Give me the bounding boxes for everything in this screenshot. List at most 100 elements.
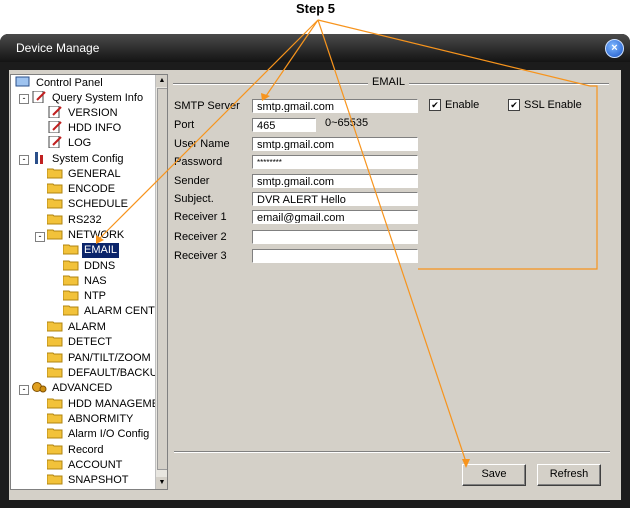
close-button[interactable]: ×: [605, 39, 624, 58]
folder-icon: [62, 274, 79, 286]
subject-input[interactable]: DVR ALERT Hello: [252, 192, 418, 206]
folder-icon: [62, 289, 79, 301]
receiver3-input[interactable]: [252, 249, 418, 263]
folder-icon: [46, 351, 63, 363]
email-panel: EMAIL SMTP Server smtp.gmail.com Port 46…: [170, 74, 618, 488]
collapse-network[interactable]: -: [35, 232, 45, 242]
username-input[interactable]: smtp.gmail.com: [252, 137, 418, 151]
tree-item-encode[interactable]: ENCODE: [46, 182, 117, 197]
tree-scrollbar[interactable]: ▲ ▼: [155, 75, 167, 489]
folder-icon: [62, 259, 79, 271]
subject-label: Subject.: [174, 193, 214, 205]
folder-icon: [46, 366, 63, 378]
tree-item-email[interactable]: EMAIL: [62, 243, 120, 258]
tree-item-version[interactable]: VERSION: [47, 105, 120, 121]
port-label: Port: [174, 119, 195, 131]
folder-icon: [46, 182, 63, 194]
tree-item-schedule[interactable]: SCHEDULE: [46, 197, 130, 212]
smtp-server-input[interactable]: smtp.gmail.com: [252, 99, 418, 113]
ssl-enable-label: SSL Enable: [524, 99, 582, 111]
folder-icon: [46, 397, 63, 409]
collapse-query-system-info[interactable]: -: [19, 94, 29, 104]
device-manage-window: Device Manage × Control Panel - Query Sy…: [0, 34, 630, 508]
document-icon: [31, 90, 47, 104]
window-title: Device Manage: [16, 41, 100, 55]
tree-item-network[interactable]: NETWORK: [46, 228, 126, 243]
document-icon: [47, 120, 63, 134]
folder-icon: [46, 427, 63, 439]
folder-icon: [46, 473, 63, 485]
ssl-enable-checkbox[interactable]: ✔: [508, 99, 520, 111]
close-icon: ×: [611, 42, 618, 54]
title-bar[interactable]: Device Manage ×: [0, 34, 630, 62]
receiver2-input[interactable]: [252, 230, 418, 244]
receiver3-label: Receiver 3: [174, 250, 227, 262]
smtp-server-label: SMTP Server: [174, 100, 240, 112]
password-input[interactable]: ********: [252, 155, 418, 169]
tree-item-pan-tilt-zoom[interactable]: PAN/TILT/ZOOM: [46, 351, 153, 366]
folder-open-icon: [62, 243, 79, 255]
tree-item-detect[interactable]: DETECT: [46, 335, 114, 350]
folder-icon: [46, 458, 63, 470]
config-tree: Control Panel - Query System Info VERSIO…: [10, 74, 168, 490]
tree-item-control-panel[interactable]: Control Panel: [15, 76, 105, 91]
tree-item-abnormity[interactable]: ABNORMITY: [46, 412, 135, 427]
tree-item-account[interactable]: ACCOUNT: [46, 458, 124, 473]
tree-item-alarm-center[interactable]: ALARM CENTE: [62, 304, 164, 319]
tree-item-ntp[interactable]: NTP: [62, 289, 108, 304]
folder-icon: [62, 304, 79, 316]
port-input[interactable]: 465: [252, 118, 316, 132]
tree-item-rs232[interactable]: RS232: [46, 213, 104, 228]
collapse-advanced[interactable]: -: [19, 385, 29, 395]
receiver1-input[interactable]: email@gmail.com: [252, 210, 418, 224]
folder-icon: [46, 167, 63, 179]
folder-icon: [46, 197, 63, 209]
receiver1-label: Receiver 1: [174, 211, 227, 223]
step-label: Step 5: [296, 1, 336, 16]
scroll-down-icon[interactable]: ▼: [156, 477, 167, 489]
tree-item-log[interactable]: LOG: [47, 135, 93, 151]
enable-checkbox[interactable]: ✔: [429, 99, 441, 111]
folder-icon: [46, 335, 63, 347]
enable-label: Enable: [445, 99, 480, 111]
folder-icon: [46, 320, 63, 332]
port-range: 0~65535: [325, 117, 369, 129]
receiver2-label: Receiver 2: [174, 231, 227, 243]
client-area: Control Panel - Query System Info VERSIO…: [9, 70, 621, 500]
save-button[interactable]: Save: [462, 464, 526, 486]
username-label: User Name: [174, 138, 230, 150]
checkmark-icon: ✔: [510, 100, 518, 110]
scroll-up-icon[interactable]: ▲: [156, 75, 167, 87]
tree-item-record[interactable]: Record: [46, 443, 105, 458]
tree-item-hdd-management[interactable]: HDD MANAGEMEI: [46, 397, 164, 412]
tree-item-hdd-info[interactable]: HDD INFO: [47, 120, 123, 136]
sender-label: Sender: [174, 175, 210, 187]
tree-item-nas[interactable]: NAS: [62, 274, 109, 289]
scroll-thumb[interactable]: [157, 88, 167, 470]
bottom-divider: [174, 451, 610, 453]
tree-item-snapshot[interactable]: SNAPSHOT: [46, 473, 131, 488]
document-icon: [47, 135, 63, 149]
settings-icon: [31, 152, 47, 164]
step-annotation: Step 5: [0, 0, 630, 30]
monitor-icon: [15, 76, 31, 88]
tree-item-general[interactable]: GENERAL: [46, 167, 123, 182]
sender-input[interactable]: smtp.gmail.com: [252, 174, 418, 188]
folder-open-icon: [46, 228, 63, 240]
folder-icon: [46, 213, 63, 225]
collapse-system-config[interactable]: -: [19, 155, 29, 165]
tree-item-alarm-io-config[interactable]: Alarm I/O Config: [46, 427, 151, 442]
tree-item-ddns[interactable]: DDNS: [62, 259, 117, 274]
tree-item-query-system-info[interactable]: Query System Info: [31, 90, 145, 106]
folder-icon: [46, 443, 63, 455]
tree-item-alarm[interactable]: ALARM: [46, 320, 108, 335]
tree-item-default-backup[interactable]: DEFAULT/BACKUP: [46, 366, 167, 381]
refresh-button[interactable]: Refresh: [537, 464, 601, 486]
document-icon: [47, 105, 63, 119]
password-label: Password: [174, 156, 223, 168]
tree-item-advanced[interactable]: ADVANCED: [31, 381, 114, 396]
group-title: EMAIL: [368, 76, 410, 88]
checkmark-icon: ✔: [431, 100, 439, 110]
gear-icon: [31, 381, 47, 393]
tree-item-system-config[interactable]: System Config: [31, 152, 126, 167]
